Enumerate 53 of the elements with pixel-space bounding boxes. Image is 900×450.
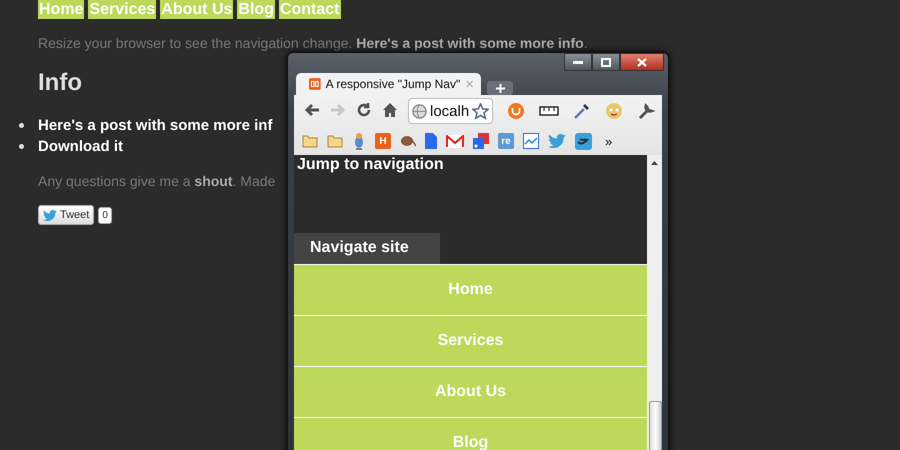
nav-link[interactable]: Services (88, 0, 156, 19)
menu-item[interactable]: Services (294, 316, 647, 367)
reload-icon (356, 102, 372, 118)
info-heading: Info (38, 68, 82, 98)
nav-link[interactable]: Contact (278, 0, 341, 19)
mail-icon[interactable] (446, 134, 464, 148)
overflow-chevron[interactable]: » (605, 134, 612, 148)
face-icon[interactable] (605, 102, 624, 120)
maximize-button[interactable] (592, 53, 620, 71)
feed-icon[interactable] (473, 133, 489, 149)
close-button[interactable] (620, 53, 664, 71)
close-icon (637, 58, 647, 66)
nav-link[interactable]: Blog (237, 0, 275, 19)
chart-icon[interactable] (523, 133, 539, 149)
menu-item[interactable]: Home (294, 265, 647, 316)
maximize-icon (601, 58, 611, 66)
eyedropper-icon[interactable] (573, 102, 592, 120)
footer-text: Any questions give me a shout. Made (38, 173, 276, 189)
url-text: localh (430, 102, 470, 120)
folder-icon[interactable] (327, 134, 343, 148)
jump-link[interactable]: Jump to navigation (294, 155, 647, 175)
scroll-thumb[interactable] (649, 401, 662, 450)
nav-link[interactable]: Home (38, 0, 84, 19)
list-link[interactable]: Download it (19, 136, 123, 157)
plus-icon (496, 84, 504, 92)
tab-title: A responsive "Jump Nav" (326, 77, 460, 91)
browser-tab[interactable]: A responsive "Jump Nav" × (296, 73, 481, 95)
minimize-button[interactable] (564, 53, 592, 71)
scrollbar[interactable] (647, 155, 662, 450)
power-icon[interactable] (507, 102, 526, 120)
tab-close[interactable]: × (465, 76, 474, 92)
arrow-icon (330, 102, 346, 118)
globe-icon (412, 104, 427, 118)
scroll-up-icon (651, 161, 658, 165)
tweet-count: 0 (98, 206, 112, 224)
new-tab-button[interactable] (487, 81, 513, 95)
arrow-icon (304, 102, 320, 118)
address-bar[interactable]: localh (408, 98, 494, 124)
favicon-icon (309, 77, 321, 91)
navigate-heading: Navigate site (294, 233, 440, 264)
menu-item[interactable]: About Us (294, 367, 647, 418)
list-link[interactable]: Here's a post with some more inf (19, 115, 272, 136)
star-icon[interactable] (472, 102, 490, 120)
intro-text: Resize your browser to see the navigation change. Here's a post with some more info. (38, 35, 589, 51)
bookmark-icon[interactable]: re (498, 133, 514, 149)
home-icon (382, 102, 398, 118)
nav-link[interactable]: About Us (160, 0, 234, 19)
tweet-button[interactable]: Tweet (38, 205, 94, 225)
bookmark-icon[interactable]: H (375, 133, 391, 149)
folder-icon[interactable] (302, 134, 318, 148)
ruler-icon[interactable] (539, 106, 560, 116)
document-icon[interactable] (425, 133, 437, 149)
minimize-icon (573, 60, 583, 64)
